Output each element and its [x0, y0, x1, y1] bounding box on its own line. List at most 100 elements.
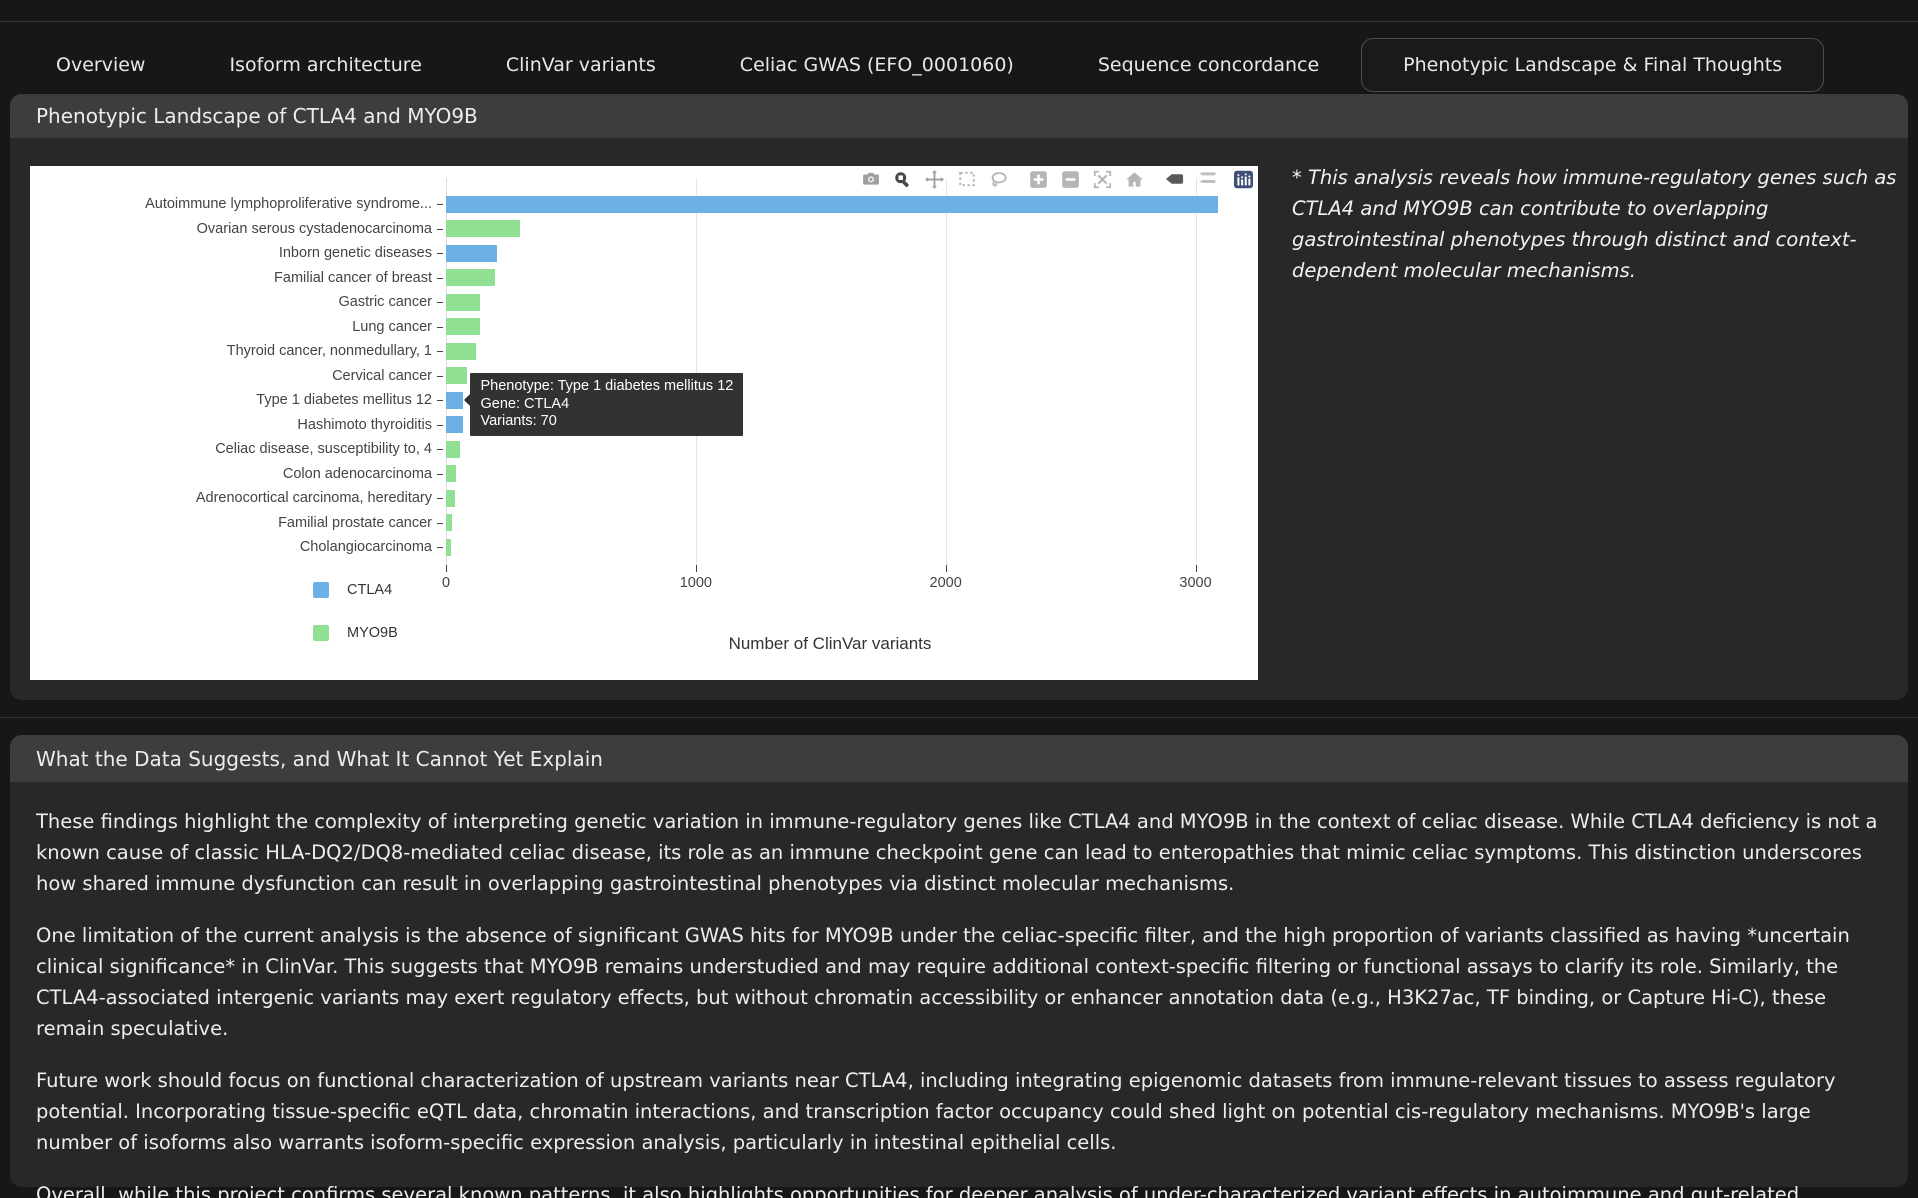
bar-cervical-cancer[interactable] [446, 367, 467, 384]
y-tick [437, 253, 443, 254]
bar-adrenocortical-carcinoma-hereditary[interactable] [446, 490, 455, 507]
y-tick [437, 229, 443, 230]
autoscale-icon[interactable] [1093, 169, 1112, 189]
zoom-icon[interactable] [893, 169, 912, 189]
legend-item-myo9b[interactable]: MYO9B [313, 625, 398, 641]
phenotypic-landscape-card: Phenotypic Landscape of CTLA4 and MYO9B … [10, 94, 1908, 700]
y-axis-label: Familial prostate cancer [30, 513, 432, 533]
paragraph-4: Overall, while this project confirms sev… [36, 1179, 1880, 1198]
y-tick [437, 351, 443, 352]
hover-closest-icon[interactable] [1165, 169, 1184, 189]
x-tick-label: 0 [406, 575, 486, 591]
top-divider [0, 21, 1918, 22]
y-tick [437, 498, 443, 499]
tooltip-phenotype: Phenotype: Type 1 diabetes mellitus 12 [480, 378, 733, 396]
zoom-out-icon[interactable] [1061, 169, 1080, 189]
y-axis-label: Cholangiocarcinoma [30, 537, 432, 557]
plotly-modebar [848, 169, 1253, 189]
gridline [946, 178, 947, 565]
bar-familial-prostate-cancer[interactable] [446, 514, 452, 531]
discussion-paragraphs: These findings highlight the complexity … [10, 782, 1908, 1198]
section-divider [0, 717, 1918, 718]
bar-autoimmune-lymphoproliferative-syndrome[interactable] [446, 196, 1218, 213]
legend-item-ctla4[interactable]: CTLA4 [313, 582, 392, 598]
plotly-logo-icon[interactable] [1234, 169, 1253, 189]
y-tick [437, 302, 443, 303]
bar-hashimoto-thyroiditis[interactable] [446, 416, 463, 433]
tab-phenotypic-landscape-final-thoughts[interactable]: Phenotypic Landscape & Final Thoughts [1361, 38, 1824, 92]
y-axis-label: Inborn genetic diseases [30, 243, 432, 263]
y-tick [437, 204, 443, 205]
legend-label: MYO9B [347, 625, 398, 641]
bar-celiac-disease-susceptibility-to-4[interactable] [446, 441, 460, 458]
camera-icon[interactable] [861, 169, 880, 189]
y-axis-label: Type 1 diabetes mellitus 12 [30, 390, 432, 410]
hover-tooltip: Phenotype: Type 1 diabetes mellitus 12 G… [470, 373, 743, 436]
legend-swatch-ctla4 [313, 582, 329, 598]
paragraph-3: Future work should focus on functional c… [36, 1065, 1880, 1158]
tab-overview[interactable]: Overview [14, 38, 187, 92]
reset-axes-icon[interactable] [1125, 169, 1144, 189]
box-select-icon[interactable] [957, 169, 976, 189]
gridline [696, 178, 697, 565]
tooltip-arrow [464, 394, 470, 406]
y-tick [437, 547, 443, 548]
tab-isoform-architecture[interactable]: Isoform architecture [187, 38, 463, 92]
y-axis-label: Gastric cancer [30, 292, 432, 312]
y-tick [437, 400, 443, 401]
y-axis-label: Autoimmune lymphoproliferative syndrome.… [30, 194, 432, 214]
bar-thyroid-cancer-nonmedullary-1[interactable] [446, 343, 476, 360]
section1-title: Phenotypic Landscape of CTLA4 and MYO9B [10, 94, 1908, 138]
y-tick [437, 449, 443, 450]
x-tick-label: 1000 [656, 575, 736, 591]
discussion-card: What the Data Suggests, and What It Cann… [10, 735, 1908, 1187]
paragraph-2: One limitation of the current analysis i… [36, 920, 1880, 1044]
x-tick-label: 2000 [906, 575, 986, 591]
tab-clinvar-variants[interactable]: ClinVar variants [464, 38, 698, 92]
x-axis-title: Number of ClinVar variants [610, 634, 1050, 654]
bar-cholangiocarcinoma[interactable] [446, 539, 451, 556]
analysis-note: * This analysis reveals how immune-regul… [1292, 162, 1912, 286]
bar-ovarian-serous-cystadenocarcinoma[interactable] [446, 220, 520, 237]
y-tick [437, 376, 443, 377]
bar-colon-adenocarcinoma[interactable] [446, 465, 456, 482]
y-tick [437, 425, 443, 426]
tab-celiac-gwas-efo-0001060[interactable]: Celiac GWAS (EFO_0001060) [698, 38, 1056, 92]
bar-inborn-genetic-diseases[interactable] [446, 245, 497, 262]
y-axis-label: Celiac disease, susceptibility to, 4 [30, 439, 432, 459]
x-tick [696, 565, 697, 572]
section2-title: What the Data Suggests, and What It Cann… [10, 735, 1908, 782]
y-axis-label: Adrenocortical carcinoma, hereditary [30, 488, 432, 508]
zoom-in-icon[interactable] [1029, 169, 1048, 189]
tab-bar: OverviewIsoform architectureClinVar vari… [14, 38, 1824, 92]
bar-familial-cancer-of-breast[interactable] [446, 269, 495, 286]
gridline [1196, 178, 1197, 565]
y-axis-label: Hashimoto thyroiditis [30, 415, 432, 435]
bar-gastric-cancer[interactable] [446, 294, 480, 311]
pan-icon[interactable] [925, 169, 944, 189]
legend-swatch-myo9b [313, 625, 329, 641]
y-axis-label: Thyroid cancer, nonmedullary, 1 [30, 341, 432, 361]
hover-compare-icon[interactable] [1197, 169, 1216, 189]
x-tick-label: 3000 [1156, 575, 1236, 591]
y-axis-label: Familial cancer of breast [30, 268, 432, 288]
tooltip-gene: Gene: CTLA4 [480, 396, 733, 414]
lasso-icon[interactable] [989, 169, 1008, 189]
tab-sequence-concordance[interactable]: Sequence concordance [1056, 38, 1361, 92]
y-tick [437, 278, 443, 279]
tooltip-variants: Variants: 70 [480, 413, 733, 431]
bar-type-1-diabetes-mellitus-12[interactable] [446, 392, 463, 409]
y-tick [437, 327, 443, 328]
y-axis-label: Lung cancer [30, 317, 432, 337]
bar-lung-cancer[interactable] [446, 318, 480, 335]
app-window: OverviewIsoform architectureClinVar vari… [0, 0, 1918, 1198]
y-axis-label: Ovarian serous cystadenocarcinoma [30, 219, 432, 239]
legend-label: CTLA4 [347, 582, 392, 598]
x-tick [946, 565, 947, 572]
phenotype-bar-chart: 0 1000 2000 3000 Autoimmune lymphoproliferat… [30, 166, 1258, 680]
y-axis-label: Colon adenocarcinoma [30, 464, 432, 484]
y-tick [437, 523, 443, 524]
y-tick [437, 474, 443, 475]
x-tick [1196, 565, 1197, 572]
y-axis-label: Cervical cancer [30, 366, 432, 386]
